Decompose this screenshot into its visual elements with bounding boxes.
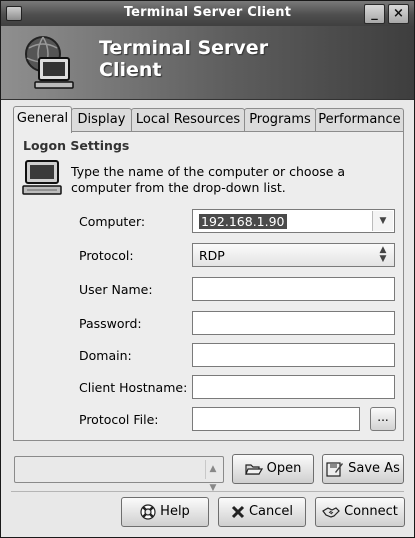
banner-title-line2: Client [99,59,162,81]
open-label: Open [266,461,302,476]
cancel-x-icon [231,505,245,519]
banner-title-line1: Terminal Server [99,37,269,59]
protocol-file-label: Protocol File: [79,412,159,427]
monitor-globe-icon [25,36,74,89]
protocol-label: Protocol: [79,248,134,263]
client-hostname-label: Client Hostname: [79,380,188,395]
minimize-button[interactable]: _ [364,4,385,24]
connect-label: Connect [344,504,398,519]
protocol-select[interactable]: RDP ▲ ▼ [192,243,395,267]
updown-arrows-icon: ▲ ▼ [205,460,220,493]
computer-icon [22,160,62,195]
logon-settings-heading: Logon Settings [23,138,130,153]
client-hostname-field[interactable] [192,375,395,399]
help-lifebuoy-icon [140,504,156,520]
help-button[interactable]: Help [121,497,209,527]
computer-label: Computer: [79,214,146,229]
computer-combobox[interactable]: 192.168.1.90 ▼ [192,209,395,233]
banner-title: Terminal Server Client [99,37,268,81]
cancel-button[interactable]: Cancel [218,497,306,527]
computer-value: 192.168.1.90 [199,214,287,229]
cancel-label: Cancel [248,504,294,519]
password-label: Password: [79,316,142,331]
username-field[interactable] [192,277,395,301]
tab-general[interactable]: General [13,106,72,133]
tab-programs[interactable]: Programs [244,108,316,131]
connect-button[interactable]: Connect [315,497,405,527]
close-button[interactable]: × [388,4,409,24]
tab-performance[interactable]: Performance [315,108,404,131]
connect-handshake-icon [322,507,340,518]
folder-open-icon [244,464,263,475]
domain-field[interactable] [192,343,395,367]
save-as-icon [326,462,344,477]
protocol-file-field[interactable] [192,407,360,431]
window-title: Terminal Server Client [123,5,292,20]
save-as-label: Save As [348,461,400,476]
divider [11,491,404,492]
instructions-text: Type the name of the computer or choose … [71,164,346,195]
chevron-down-icon[interactable]: ▼ [372,211,393,231]
domain-label: Domain: [79,348,132,363]
title-bar[interactable]: Terminal Server Client _ × [1,1,414,26]
protocol-value: RDP [199,248,225,263]
username-label: User Name: [79,282,153,297]
banner: Terminal Server Client [1,26,414,100]
save-as-button[interactable]: Save As [322,454,404,484]
general-tab-panel: Logon Settings Type the name of the comp… [13,131,404,441]
tab-local-resources[interactable]: Local Resources [131,108,245,131]
tab-display[interactable]: Display [71,108,132,131]
open-button[interactable]: Open [232,454,314,484]
updown-arrows-icon: ▲ ▼ [379,245,387,264]
profile-combobox[interactable]: ▲ ▼ [14,456,224,493]
browse-button[interactable]: ... [370,407,396,431]
password-field[interactable] [192,311,395,335]
terminal-server-client-window: Terminal Server Client _ × Terminal Serv… [0,0,415,538]
help-label: Help [160,504,190,519]
